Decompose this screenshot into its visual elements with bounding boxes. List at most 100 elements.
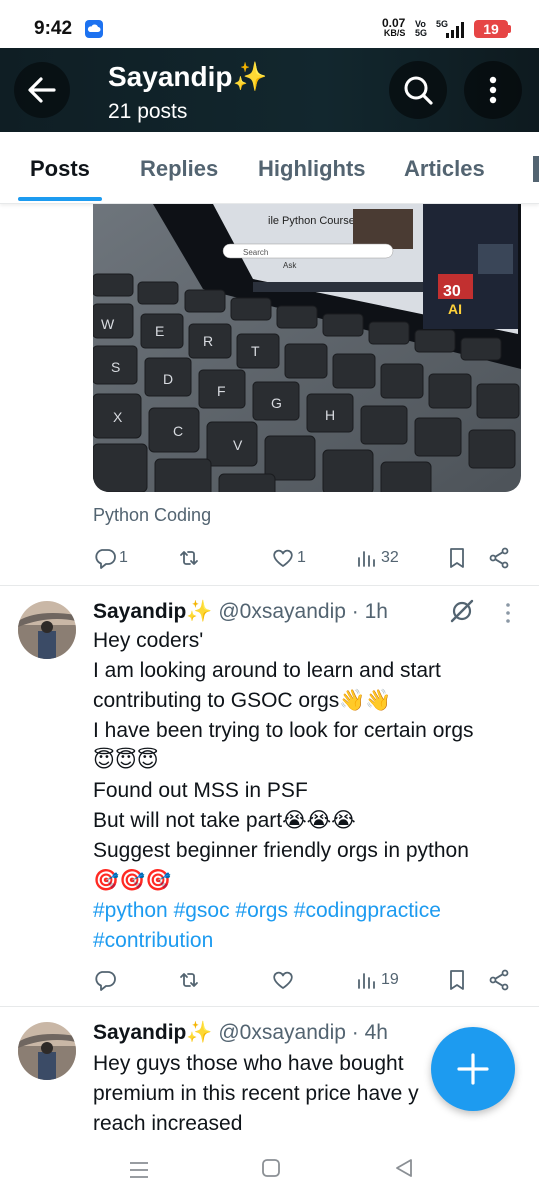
author-name[interactable]: Sayandip✨ — [93, 1021, 213, 1044]
back-arrow-icon — [28, 77, 56, 103]
svg-text:W: W — [101, 316, 115, 332]
heart-icon — [273, 971, 293, 989]
network-speed: 0.07 KB/S — [382, 17, 406, 38]
back-nav-button[interactable] — [394, 1158, 414, 1183]
post-1-actions: 1 1 32 — [0, 543, 539, 573]
avatar[interactable] — [18, 601, 76, 659]
bookmark-button[interactable] — [445, 543, 469, 573]
home-button[interactable] — [261, 1158, 281, 1183]
cloud-app-icon — [85, 20, 103, 38]
bookmark-icon — [450, 548, 464, 568]
tab-more-partial[interactable]: ▌ — [533, 156, 539, 182]
reply-button[interactable] — [93, 965, 117, 995]
tab-replies[interactable]: Replies — [140, 156, 218, 182]
bookmark-button[interactable] — [445, 965, 469, 995]
svg-text:V: V — [233, 437, 243, 453]
analytics-icon — [358, 973, 375, 989]
svg-text:R: R — [203, 333, 213, 349]
svg-text:D: D — [163, 371, 173, 387]
more-options-button[interactable] — [464, 61, 522, 119]
views-button[interactable]: 19 — [355, 965, 399, 995]
reply-icon — [95, 971, 116, 991]
compose-post-button[interactable] — [431, 1027, 515, 1111]
analytics-icon — [358, 551, 375, 567]
tab-posts[interactable]: Posts — [30, 156, 90, 182]
post-line: I have been trying to look for certain o… — [93, 719, 474, 742]
svg-text:S: S — [111, 359, 120, 375]
repost-icon — [180, 551, 198, 565]
svg-text:H: H — [325, 407, 335, 423]
plus-icon — [457, 1053, 489, 1085]
network-speed-unit: KB/S — [383, 28, 406, 38]
profile-name: Sayandip✨ — [108, 61, 268, 92]
volte-indicator: Vo 5G — [415, 20, 427, 38]
hashtag-link-contribution[interactable]: #contribution — [93, 926, 523, 956]
svg-text:F: F — [217, 383, 226, 399]
share-icon — [489, 547, 509, 569]
status-bar: 9:42 0.07 KB/S Vo 5G 5G 19 — [0, 0, 539, 48]
heart-icon — [273, 549, 293, 567]
battery-cap — [508, 25, 511, 33]
signal-icon — [446, 22, 468, 38]
screen-search-text: Search — [243, 248, 268, 257]
battery-icon: 19 — [474, 20, 508, 38]
status-time: 9:42 — [34, 18, 73, 39]
post-header: Sayandip✨ @0xsayandip · 1h — [93, 600, 388, 624]
grok-icon[interactable] — [448, 597, 476, 625]
post-source-label[interactable]: Python Coding — [93, 505, 211, 526]
back-triangle-icon — [396, 1159, 412, 1177]
svg-text:X: X — [113, 409, 123, 425]
back-button[interactable] — [14, 62, 70, 118]
hashtag-links[interactable]: #python #gsoc #orgs #codingpractice — [93, 896, 523, 926]
post-image-laptop[interactable]: 30 AI ile Python Course Search Ask W E R… — [93, 204, 521, 492]
tab-articles[interactable]: Articles — [404, 156, 485, 182]
avatar[interactable] — [18, 1022, 76, 1080]
post-line: reach increased — [93, 1112, 243, 1135]
post-more-icon[interactable] — [496, 601, 520, 625]
repost-button[interactable] — [177, 543, 201, 573]
profile-tabs: Posts Replies Highlights Articles ▌ — [0, 132, 539, 204]
like-button[interactable] — [271, 965, 295, 995]
views-count: 32 — [381, 549, 399, 566]
author-handle-time[interactable]: @0xsayandip · 1h — [218, 600, 388, 623]
author-handle-time[interactable]: @0xsayandip · 4h — [218, 1021, 388, 1044]
home-square-icon — [262, 1159, 280, 1177]
post-header: Sayandip✨ @0xsayandip · 4h — [93, 1021, 388, 1045]
author-name[interactable]: Sayandip✨ — [93, 600, 213, 623]
svg-text:C: C — [173, 423, 183, 439]
active-tab-indicator — [18, 197, 102, 201]
post-line: Hey coders' — [93, 629, 204, 652]
search-button[interactable] — [389, 61, 447, 119]
like-count: 1 — [297, 549, 306, 566]
share-button[interactable] — [487, 965, 511, 995]
reply-button[interactable]: 1 — [93, 543, 128, 573]
like-button[interactable]: 1 — [271, 543, 306, 573]
screen-ask-text: Ask — [283, 261, 297, 270]
post-line: But will not take part😭😭😭 — [93, 809, 356, 832]
post-2-actions: 19 — [0, 965, 539, 995]
repost-button[interactable] — [177, 965, 201, 995]
reply-icon — [95, 549, 116, 569]
reply-count: 1 — [119, 549, 128, 566]
bookmark-icon — [450, 970, 464, 990]
svg-text:T: T — [251, 343, 260, 359]
recent-apps-button[interactable] — [129, 1160, 149, 1185]
post-count: 21 posts — [108, 100, 188, 123]
screen-badge-30: 30 — [443, 283, 461, 300]
post-line: 😇😇😇 — [93, 749, 159, 772]
views-count: 19 — [381, 971, 399, 988]
post-line: contributing to GSOC orgs👋👋 — [93, 689, 392, 712]
menu-lines-icon — [130, 1162, 148, 1178]
volte-sub: 5G — [415, 28, 428, 38]
views-button[interactable]: 32 — [355, 543, 399, 573]
svg-text:E: E — [155, 323, 164, 339]
post-line: Found out MSS in PSF — [93, 779, 308, 802]
svg-text:G: G — [271, 395, 282, 411]
share-button[interactable] — [487, 543, 511, 573]
post-divider — [0, 585, 539, 586]
screen-course-title: ile Python Course — [268, 215, 355, 227]
tab-highlights[interactable]: Highlights — [258, 156, 366, 182]
screen-badge-ai: AI — [448, 301, 462, 317]
profile-header: Sayandip✨ 21 posts — [0, 48, 539, 132]
share-icon — [489, 969, 509, 991]
